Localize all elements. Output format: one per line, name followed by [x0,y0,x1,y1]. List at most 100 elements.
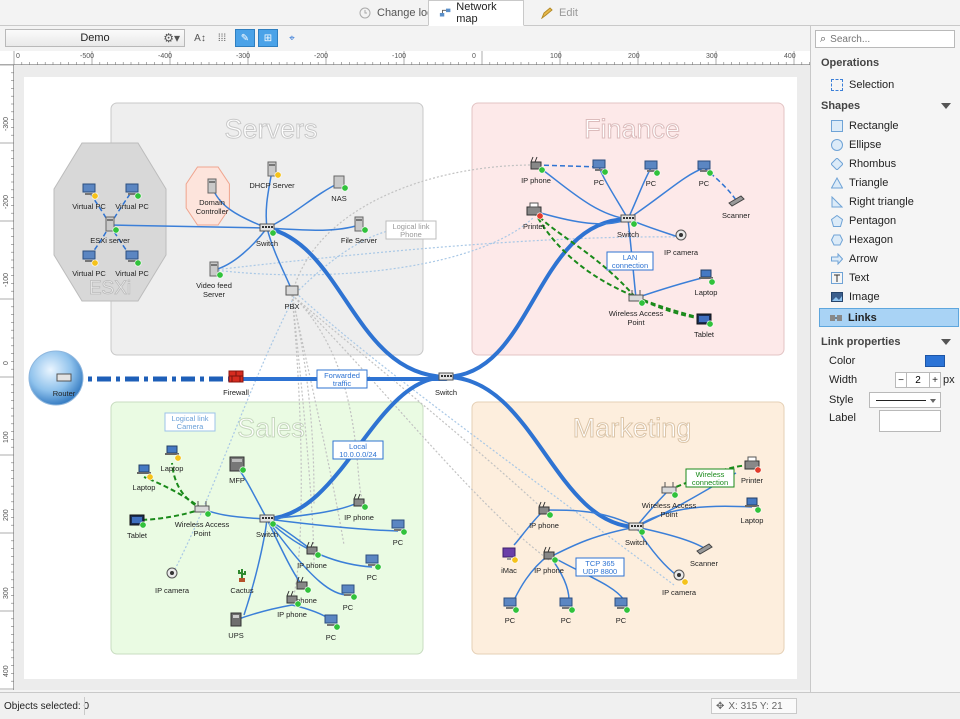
search-input[interactable] [830,33,941,45]
tool-label: Rhombus [849,157,897,170]
search-box[interactable]: ⌕ [815,30,955,48]
coordinates-text: X: 315 Y: 21 [728,700,783,712]
decrement-button[interactable]: − [895,372,907,388]
ruler-horizontal: 0 -500 -400 -300 -200 -100 0 100 200 300… [0,51,810,65]
status-dot [174,454,182,462]
node-label: DHCP Server [249,181,295,190]
shape-hexagon[interactable]: Hexagon [811,230,960,249]
document-selector[interactable]: Demo ⚙▾ [5,29,185,47]
status-dot [112,226,120,234]
shape-arrow[interactable]: Arrow [811,249,960,268]
node-label: MFP [229,476,245,485]
grid-button[interactable]: ⁞⁞⁞ [212,29,232,47]
grid-icon: ⁞⁞⁞ [217,32,227,44]
hexagon-icon [831,234,843,245]
tab-edit[interactable]: Edit [530,0,588,26]
node-label: Wireless Access [175,520,230,529]
laptop-icon [165,445,179,455]
status-dot [350,593,358,601]
ruler-label: 0 [16,53,20,60]
section-shapes[interactable]: Shapes [811,97,960,115]
status-dot [134,259,142,267]
group-title-finance: Finance [584,114,680,144]
tab-bar: Change log Network map Edit [0,0,960,26]
collapse-arrow-icon[interactable] [941,339,951,345]
collapse-arrow-icon[interactable] [941,103,951,109]
node-label: PC [393,538,404,547]
status-dot [361,503,369,511]
node-mfp[interactable]: MFP [229,456,247,485]
section-title: Operations [821,57,880,69]
shape-rhombus[interactable]: Rhombus [811,154,960,173]
shape-image[interactable]: Image [811,287,960,306]
status-dot [139,521,147,529]
tool-selection[interactable]: Selection [811,75,960,94]
selection-count: Objects selected: 0 [4,701,90,712]
network-map-app: Change log Network map Edit Demo ⚙▾ A↕ ⁞… [0,0,960,719]
width-stepper[interactable]: − + [895,372,941,388]
increment-button[interactable]: + [929,372,941,388]
link-icon [830,314,842,321]
tab-label: Edit [559,7,578,19]
line-style-dropdown[interactable] [869,392,941,408]
node-ups[interactable]: UPS [228,612,244,640]
link-label: Camera [177,422,205,431]
gear-icon[interactable]: ⚙▾ [163,31,180,45]
property-label: Style [829,394,854,406]
font-size-button[interactable]: A↕ [190,29,210,47]
node-label: IP camera [664,248,699,257]
shape-ellipse[interactable]: Ellipse [811,135,960,154]
draw-link-button[interactable]: ✎ [235,29,255,47]
node-label: IP phone [534,566,564,575]
node-label: Switch [256,530,278,539]
domain-controller-shape[interactable] [185,166,230,226]
snap-button[interactable]: ⊞ [258,29,278,47]
status-dot [708,278,716,286]
tab-network-map[interactable]: Network map [428,0,524,26]
shape-text[interactable]: Text [811,268,960,287]
tool-label: Text [849,271,870,284]
ruler-label: 300 [3,587,10,599]
shape-pentagon[interactable]: Pentagon [811,211,960,230]
node-label: PC [326,633,337,642]
ruler-label: -300 [236,53,250,60]
node-label: Switch [625,538,647,547]
center-button[interactable]: ⌖ [282,29,302,47]
status-dot [239,466,247,474]
tool-links[interactable]: Links [819,308,959,327]
status-dot [681,578,689,586]
group-title-marketing: Marketing [573,413,692,443]
node-label: PC [699,179,710,188]
node-label: ESXi server [90,236,130,245]
node-label: Domain [199,198,225,207]
shape-rectangle[interactable]: Rectangle [811,116,960,135]
status-dot [706,320,714,328]
node-label: Scanner [690,559,718,568]
status-dot [754,506,762,514]
cursor-icon: ✥ [716,700,725,712]
node-label: Laptop [161,464,184,473]
map-canvas[interactable]: Servers Finance Sales Marketing ESXi Log… [14,65,810,690]
pbx-icon [285,285,299,296]
crosshair-icon: ⌖ [289,32,295,44]
ruler-label: 100 [550,53,562,60]
tool-label: Hexagon [849,233,894,246]
shape-triangle[interactable]: Triangle [811,173,960,192]
rectangle-icon [831,119,843,132]
shape-right-triangle[interactable]: Right triangle [811,192,960,211]
status-dot [754,466,762,474]
section-link-properties[interactable]: Link properties [811,333,960,351]
ruler-label: 0 [3,361,10,365]
ruler-vertical: -300 -200 -100 0 100 200 300 400 [0,64,14,690]
network-diagram[interactable]: Servers Finance Sales Marketing ESXi Log… [14,65,810,690]
node-label: PC [561,616,572,625]
color-swatch[interactable] [925,355,945,367]
status-dot [653,169,661,177]
status-dot [511,556,519,564]
node-label: Firewall [223,388,249,397]
tool-label: Triangle [849,176,889,189]
link-label-input[interactable] [879,410,941,432]
node-label: iMac [501,566,517,575]
width-input[interactable] [907,372,929,388]
tool-label: Selection [849,78,895,91]
